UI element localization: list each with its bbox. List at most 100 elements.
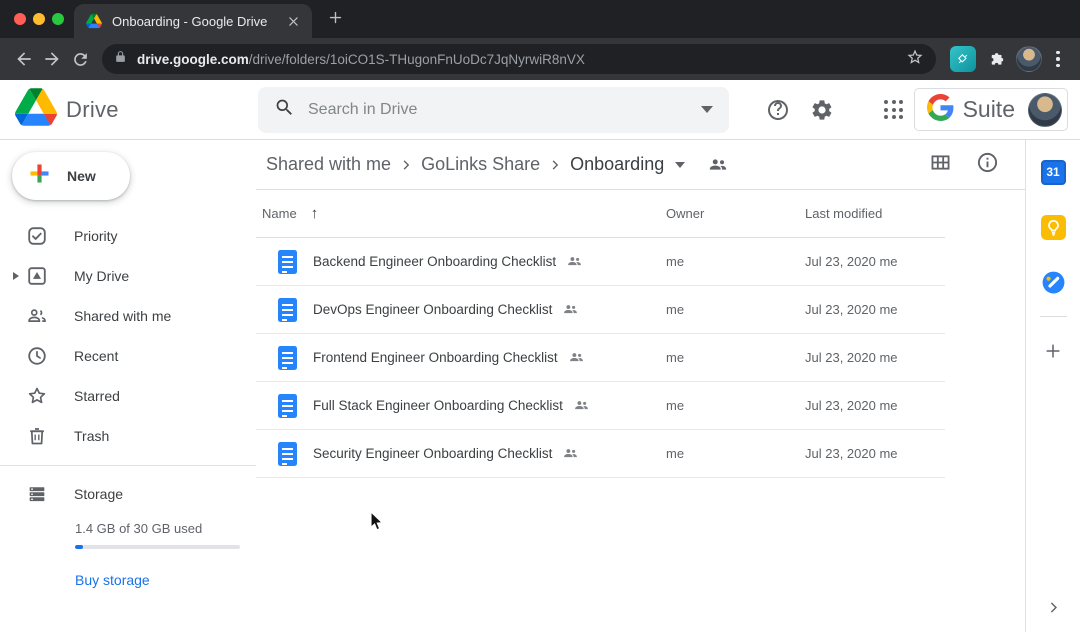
extensions-puzzle-icon[interactable] — [982, 44, 1012, 74]
calendar-tile-label: 31 — [1041, 160, 1066, 185]
column-name[interactable]: Name — [262, 206, 297, 221]
drive-sidebar: New Priority My Drive — [0, 140, 256, 632]
storage-icon — [26, 483, 48, 505]
gsuite-g-logo-icon — [927, 94, 954, 126]
file-row[interactable]: DevOps Engineer Onboarding Checklist me … — [256, 286, 945, 334]
file-row[interactable]: Full Stack Engineer Onboarding Checklist… — [256, 382, 945, 430]
url-domain: drive.google.com — [137, 52, 249, 67]
buy-storage-link[interactable]: Buy storage — [75, 572, 150, 588]
file-shared-people-icon — [562, 301, 579, 318]
storage-usage-text: 1.4 GB of 30 GB used — [75, 521, 256, 536]
new-button[interactable]: New — [12, 152, 130, 200]
browser-profile-avatar[interactable] — [1016, 46, 1042, 72]
address-bar[interactable]: drive.google.com/drive/folders/1oiCO1S-T… — [102, 44, 936, 74]
file-name[interactable]: Security Engineer Onboarding Checklist — [313, 446, 552, 461]
sidebar-item-label: Shared with me — [74, 308, 171, 324]
back-icon[interactable] — [10, 45, 38, 73]
search-icon[interactable] — [274, 97, 295, 123]
google-docs-file-icon — [278, 442, 297, 466]
gsuite-account-badge[interactable]: Suite — [914, 88, 1068, 131]
search-options-caret-icon[interactable] — [701, 106, 713, 113]
google-apps-grid-icon[interactable] — [874, 90, 914, 130]
calendar-icon[interactable]: 31 — [1040, 159, 1066, 185]
file-row[interactable]: Backend Engineer Onboarding Checklist me… — [256, 238, 945, 286]
file-name[interactable]: DevOps Engineer Onboarding Checklist — [313, 302, 552, 317]
gsuite-label: Suite — [963, 96, 1015, 123]
sort-arrow-icon[interactable]: ↑ — [311, 205, 319, 222]
keep-icon[interactable] — [1040, 214, 1066, 240]
extension-teal-icon[interactable] — [950, 46, 976, 72]
column-last-modified[interactable]: Last modified — [805, 206, 882, 221]
sidebar-item-recent[interactable]: Recent — [0, 336, 256, 376]
drive-logo-block[interactable]: Drive — [0, 88, 258, 131]
info-icon[interactable] — [976, 151, 999, 179]
minimize-window-button[interactable] — [33, 13, 45, 25]
help-icon[interactable] — [758, 90, 798, 130]
file-list-header: Name ↑ Owner Last modified — [256, 190, 945, 238]
file-name[interactable]: Full Stack Engineer Onboarding Checklist — [313, 398, 563, 413]
reload-icon[interactable] — [66, 45, 94, 73]
add-panel-plus-icon[interactable] — [1040, 338, 1066, 364]
expand-panel-chevron-icon[interactable] — [1026, 599, 1080, 616]
sidebar-item-storage[interactable]: Storage — [0, 474, 256, 514]
file-owner: me — [666, 350, 684, 365]
close-window-button[interactable] — [14, 13, 26, 25]
file-owner: me — [666, 302, 684, 317]
recent-clock-icon — [26, 345, 48, 367]
storage-progress-fill — [75, 545, 83, 549]
search-placeholder: Search in Drive — [308, 101, 417, 119]
tasks-icon[interactable] — [1040, 269, 1066, 295]
file-last-modified: Jul 23, 2020 me — [805, 398, 898, 413]
file-row[interactable]: Frontend Engineer Onboarding Checklist m… — [256, 334, 945, 382]
browser-tab-strip: Onboarding - Google Drive — [0, 0, 1080, 38]
bookmark-star-icon[interactable] — [906, 48, 924, 71]
file-shared-people-icon — [562, 445, 579, 462]
sidebar-item-trash[interactable]: Trash — [0, 416, 256, 456]
folder-shared-icon — [707, 154, 729, 176]
file-owner: me — [666, 254, 684, 269]
browser-tab[interactable]: Onboarding - Google Drive — [74, 4, 312, 38]
zoom-window-button[interactable] — [52, 13, 64, 25]
lock-icon — [114, 50, 127, 68]
drive-wordmark: Drive — [66, 97, 119, 123]
forward-icon[interactable] — [38, 45, 66, 73]
window-controls — [14, 13, 64, 25]
file-last-modified: Jul 23, 2020 me — [805, 302, 898, 317]
browser-menu-icon[interactable] — [1046, 44, 1070, 74]
folder-menu-caret-icon[interactable] — [675, 162, 685, 168]
sidebar-item-my-drive[interactable]: My Drive — [0, 256, 256, 296]
search-input[interactable]: Search in Drive — [258, 87, 729, 133]
breadcrumb-item-golinks-share[interactable]: GoLinks Share — [421, 154, 540, 175]
tab-close-icon[interactable] — [284, 12, 302, 30]
file-last-modified: Jul 23, 2020 me — [805, 350, 898, 365]
sidebar-item-label: Priority — [74, 228, 118, 244]
file-row[interactable]: Security Engineer Onboarding Checklist m… — [256, 430, 945, 478]
tab-title: Onboarding - Google Drive — [112, 14, 284, 29]
sidebar-item-starred[interactable]: Starred — [0, 376, 256, 416]
sidebar-divider — [0, 465, 256, 466]
account-avatar[interactable] — [1028, 93, 1062, 127]
sidebar-item-label: Recent — [74, 348, 118, 364]
file-name[interactable]: Frontend Engineer Onboarding Checklist — [313, 350, 558, 365]
settings-gear-icon[interactable] — [802, 90, 842, 130]
drive-logo-icon — [15, 88, 57, 131]
breadcrumb-item-onboarding[interactable]: Onboarding — [570, 154, 664, 175]
trash-icon — [26, 425, 48, 447]
sidebar-item-priority[interactable]: Priority — [0, 216, 256, 256]
storage-progress-bar — [75, 545, 240, 549]
sidebar-item-label: My Drive — [74, 268, 129, 284]
sidebar-item-shared-with-me[interactable]: Shared with me — [0, 296, 256, 336]
grid-view-icon[interactable] — [929, 151, 952, 179]
file-shared-people-icon — [566, 253, 583, 270]
sidebar-item-label: Trash — [74, 428, 109, 444]
breadcrumb-item-shared-with-me[interactable]: Shared with me — [266, 154, 391, 175]
shared-people-icon — [26, 305, 48, 327]
new-plus-icon — [27, 161, 52, 191]
file-name[interactable]: Backend Engineer Onboarding Checklist — [313, 254, 556, 269]
new-tab-button[interactable] — [328, 10, 343, 30]
my-drive-icon — [26, 265, 48, 287]
column-owner[interactable]: Owner — [666, 206, 704, 221]
expand-triangle-icon[interactable] — [13, 272, 26, 280]
breadcrumb-chevron-icon — [397, 156, 415, 174]
file-shared-people-icon — [573, 397, 590, 414]
